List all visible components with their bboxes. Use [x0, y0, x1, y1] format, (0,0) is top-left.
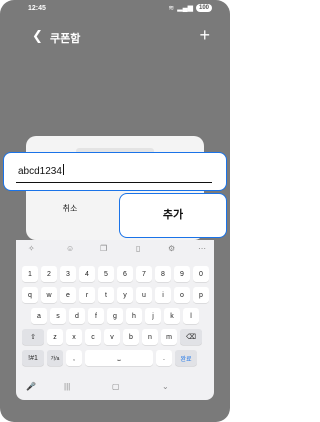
key-7[interactable]: 7	[136, 266, 152, 282]
language-key[interactable]: 가/a	[47, 350, 63, 366]
key-e[interactable]: e	[60, 287, 76, 303]
shift-icon: ⇧	[30, 334, 36, 341]
input-underline	[16, 181, 212, 183]
key-8[interactable]: 8	[155, 266, 171, 282]
space-icon: ⎵	[117, 354, 121, 361]
gear-icon[interactable]: ⚙	[168, 244, 175, 253]
microphone-icon[interactable]: 🎤	[26, 382, 36, 391]
backspace-key[interactable]: ⌫	[180, 329, 202, 345]
sticker-icon[interactable]: ❐	[100, 244, 107, 253]
key-h[interactable]: h	[126, 308, 142, 324]
add-button[interactable]: 추가	[119, 193, 227, 238]
key-n[interactable]: n	[142, 329, 158, 345]
key-a[interactable]: a	[31, 308, 47, 324]
signal-icon: ▂▄▆	[177, 5, 193, 12]
key-q[interactable]: q	[22, 287, 38, 303]
keyboard: ✧ ☺ ❐ ▯ ⚙ ⋯ 1 2 3 4 5 6 7 8 9 0 q w e r …	[16, 240, 214, 400]
key-u[interactable]: u	[136, 287, 152, 303]
app-bar: ❮ 쿠폰함 +	[0, 24, 230, 52]
clipboard-icon[interactable]: ▯	[136, 244, 140, 253]
status-time: 12:45	[28, 5, 46, 12]
chevron-down-icon[interactable]: ⌄	[162, 382, 169, 391]
number-row: 1 2 3 4 5 6 7 8 9 0	[22, 266, 209, 282]
key-y[interactable]: y	[117, 287, 133, 303]
keyboard-toolbar: ✧ ☺ ❐ ▯ ⚙ ⋯	[16, 240, 214, 262]
key-j[interactable]: j	[145, 308, 161, 324]
key-w[interactable]: w	[41, 287, 57, 303]
key-k[interactable]: k	[164, 308, 180, 324]
home-icon[interactable]: ▢	[112, 382, 120, 391]
key-v[interactable]: v	[104, 329, 120, 345]
zxcv-row: ⇧ z x c v b n m ⌫	[22, 329, 202, 345]
key-p[interactable]: p	[193, 287, 209, 303]
text-caret	[62, 164, 64, 175]
coupon-code-value: abcd1234	[18, 164, 64, 177]
key-g[interactable]: g	[107, 308, 123, 324]
key-i[interactable]: i	[155, 287, 171, 303]
done-key[interactable]: 완료	[175, 350, 197, 366]
backspace-icon: ⌫	[186, 334, 196, 341]
key-9[interactable]: 9	[174, 266, 190, 282]
key-2[interactable]: 2	[41, 266, 57, 282]
key-x[interactable]: x	[66, 329, 82, 345]
comma-key[interactable]: ,	[66, 350, 82, 366]
qwerty-row: q w e r t y u i o p	[22, 287, 209, 303]
key-z[interactable]: z	[47, 329, 63, 345]
space-key[interactable]: ⎵	[85, 350, 153, 366]
coupon-code-field[interactable]: abcd1234	[3, 152, 227, 191]
key-r[interactable]: r	[79, 287, 95, 303]
key-6[interactable]: 6	[117, 266, 133, 282]
key-5[interactable]: 5	[98, 266, 114, 282]
key-o[interactable]: o	[174, 287, 190, 303]
emoji-icon[interactable]: ☺	[66, 244, 74, 253]
plus-icon[interactable]: +	[199, 25, 210, 46]
key-3[interactable]: 3	[60, 266, 76, 282]
asdf-row: a s d f g h j k l	[31, 308, 199, 324]
status-icons: ≋ ▂▄▆ 100	[168, 4, 212, 12]
key-b[interactable]: b	[123, 329, 139, 345]
recents-icon[interactable]: |||	[64, 382, 70, 391]
keyboard-nav-row: 🎤 ▢ ||| ⌄	[16, 380, 214, 400]
key-s[interactable]: s	[50, 308, 66, 324]
sparkle-icon[interactable]: ✧	[28, 244, 35, 253]
phone-screen: 12:45 ≋ ▂▄▆ 100 ❮ 쿠폰함 + abcd1234 취소 추가 ✧…	[0, 0, 230, 422]
key-f[interactable]: f	[88, 308, 104, 324]
key-m[interactable]: m	[161, 329, 177, 345]
key-1[interactable]: 1	[22, 266, 38, 282]
status-bar: 12:45 ≋ ▂▄▆ 100	[0, 0, 230, 18]
period-key[interactable]: .	[156, 350, 172, 366]
wifi-icon: ≋	[168, 5, 175, 12]
key-t[interactable]: t	[98, 287, 114, 303]
page-title: 쿠폰함	[50, 33, 81, 45]
battery-indicator: 100	[195, 4, 212, 12]
key-c[interactable]: c	[85, 329, 101, 345]
bottom-row: !#1 가/a , ⎵ . 완료	[22, 350, 197, 366]
key-l[interactable]: l	[183, 308, 199, 324]
cancel-button[interactable]: 취소	[26, 198, 114, 220]
key-4[interactable]: 4	[79, 266, 95, 282]
more-icon[interactable]: ⋯	[198, 244, 206, 253]
key-0[interactable]: 0	[193, 266, 209, 282]
shift-key[interactable]: ⇧	[22, 329, 44, 345]
chevron-left-icon[interactable]: ❮	[32, 28, 43, 44]
key-d[interactable]: d	[69, 308, 85, 324]
symbols-key[interactable]: !#1	[22, 350, 44, 366]
